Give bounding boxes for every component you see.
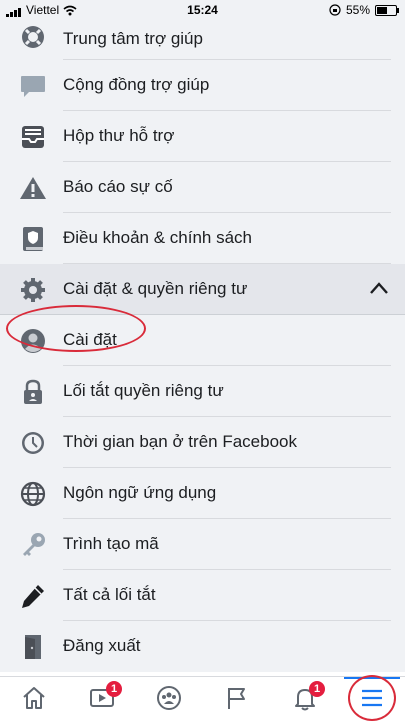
battery-percent: 55% [345,3,370,17]
menu-item-code-generator[interactable]: Trình tạo mã [0,519,405,570]
section-settings-privacy[interactable]: Cài đặt & quyền riêng tư [0,264,405,315]
orientation-lock-icon [329,4,341,16]
account-icon [21,329,45,353]
menu-item-all-shortcuts[interactable]: Tất cả lối tắt [0,570,405,621]
tab-menu[interactable] [342,677,402,721]
hamburger-menu-icon [362,689,382,707]
menu-item-label: Tất cả lối tắt [63,585,156,604]
menu-item-label: Điều khoản & chính sách [63,228,253,247]
menu-item-terms-policies[interactable]: Điều khoản & chính sách [0,213,405,264]
battery-icon [375,4,399,16]
menu-item-label: Cộng đồng trợ giúp [63,75,210,94]
menu-item-help-community[interactable]: Cộng đồng trợ giúp [0,60,405,111]
notification-badge: 1 [106,681,122,697]
status-bar: Viettel 15:24 55% [0,0,405,20]
menu-item-label: Đăng xuất [63,636,141,655]
active-tab-indicator [344,677,400,679]
gear-icon [21,278,45,302]
home-icon [23,687,45,709]
section-label: Cài đặt & quyền riêng tư [63,279,248,298]
menu-item-app-language[interactable]: Ngôn ngữ ứng dụng [0,468,405,519]
menu-item-help-center[interactable]: Trung tâm trợ giúp [0,20,405,60]
menu-item-report-problem[interactable]: Báo cáo sự cố [0,162,405,213]
warning-icon [20,177,46,199]
menu-item-privacy-shortcuts[interactable]: Lối tắt quyền riêng tư [0,366,405,417]
chevron-up-icon[interactable] [369,280,389,296]
bottom-tab-bar: 1 1 [0,676,405,721]
tab-groups[interactable] [139,677,199,721]
pencil-icon [22,585,44,608]
menu-item-label: Hộp thư hỗ trợ [63,126,175,145]
menu-item-settings[interactable]: Cài đặt [0,305,405,366]
notification-badge: 1 [309,681,325,697]
menu-item-label: Báo cáo sự cố [63,177,173,196]
menu-item-label: Ngôn ngữ ứng dụng [63,483,217,502]
flag-icon [228,688,245,709]
inbox-icon [22,126,44,148]
globe-icon [20,481,46,507]
privacy-lock-icon [24,379,42,404]
lifebuoy-icon [22,26,44,48]
tab-home[interactable] [4,677,64,721]
menu-item-log-out[interactable]: Đăng xuất [0,621,405,672]
key-icon [23,533,45,556]
menu-item-label: Cài đặt [63,330,117,349]
clock-icon [22,432,44,454]
logout-door-icon [25,635,41,659]
menu-item-label: Trình tạo mã [63,534,159,553]
menu-item-support-inbox[interactable]: Hộp thư hỗ trợ [0,111,405,162]
tab-pages[interactable] [207,677,267,721]
menu-item-label: Lối tắt quyền riêng tư [63,381,224,400]
menu-item-label: Trung tâm trợ giúp [63,29,203,48]
tab-notifications[interactable]: 1 [275,677,335,721]
speech-bubble-icon [21,76,45,97]
menu-item-time-on-facebook[interactable]: Thời gian bạn ở trên Facebook [0,417,405,468]
groups-icon [157,686,181,710]
menu-item-label: Thời gian bạn ở trên Facebook [63,432,297,451]
policy-book-icon [23,227,43,251]
menu-list: Trung tâm trợ giúp Cộng đồng trợ giúp Hộ… [0,20,405,672]
tab-watch[interactable]: 1 [72,677,132,721]
